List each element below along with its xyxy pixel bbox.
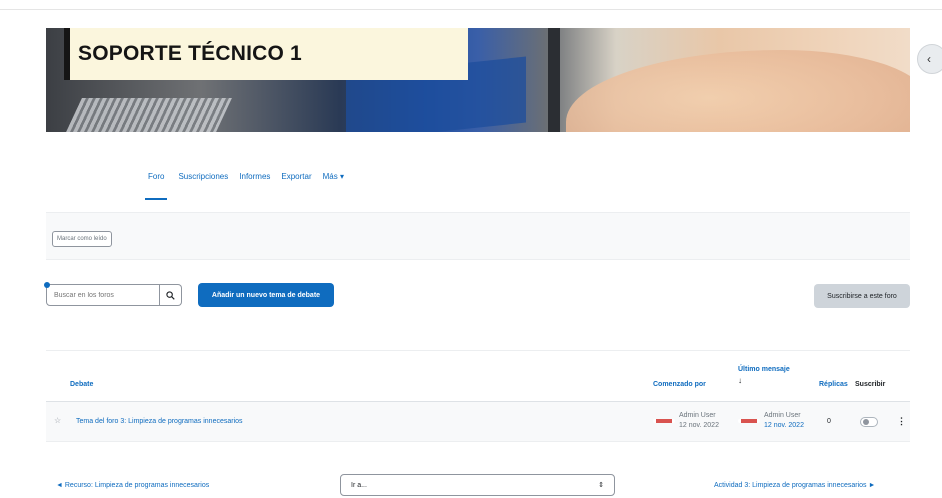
tab-forum[interactable]: Foro xyxy=(145,172,168,200)
course-title-box: SOPORTE TÉCNICO 1 xyxy=(64,28,468,80)
sort-desc-icon: ↓ xyxy=(738,376,742,385)
search-icon xyxy=(166,290,175,300)
toggle-knob xyxy=(863,419,869,425)
tab-subscriptions[interactable]: Suscripciones xyxy=(178,172,228,200)
course-header-banner: SOPORTE TÉCNICO 1 xyxy=(46,28,910,132)
table-row: ☆ Tema del foro 3: Limpieza de programas… xyxy=(46,402,910,442)
tab-reports[interactable]: Informes xyxy=(239,172,270,200)
avatar xyxy=(738,419,760,423)
chevron-left-icon: ‹ xyxy=(927,52,931,66)
secondary-navigation: Foro Suscripciones Informes Exportar Más… xyxy=(145,172,344,200)
last-post-cell: Admin User 12 nov. 2022 xyxy=(738,411,804,431)
table-header: Debate Comenzado por Último mensaje ↓ Ré… xyxy=(46,350,910,402)
last-post-name[interactable]: Admin User xyxy=(764,412,801,419)
started-by-cell: Admin User 12 nov. 2022 xyxy=(653,411,719,431)
discussion-list: Debate Comenzado por Último mensaje ↓ Ré… xyxy=(46,350,910,442)
banner-image-post xyxy=(548,28,560,132)
title-accent-bar xyxy=(64,28,70,80)
mark-as-read-button[interactable]: Marcar como leído xyxy=(52,231,112,247)
activity-toolbar: Marcar como leído xyxy=(46,212,910,260)
header-subscribe: Suscribir xyxy=(855,381,886,388)
page-title: SOPORTE TÉCNICO 1 xyxy=(78,42,302,65)
started-by-date: 12 nov. 2022 xyxy=(679,422,719,429)
subscribe-forum-button[interactable]: Suscribirse a este foro xyxy=(814,284,910,308)
replies-count: 0 xyxy=(827,418,831,425)
avatar xyxy=(653,419,675,423)
star-icon[interactable]: ☆ xyxy=(54,416,61,425)
top-border xyxy=(0,0,942,10)
last-post-date-link[interactable]: 12 nov. 2022 xyxy=(764,422,804,429)
add-discussion-button[interactable]: Añadir un nuevo tema de debate xyxy=(198,283,334,307)
banner-image-hand xyxy=(566,50,910,132)
search-input[interactable] xyxy=(46,284,160,306)
discussion-link[interactable]: Tema del foro 3: Limpieza de programas i… xyxy=(76,418,243,425)
activity-navigation: ◄ Recurso: Limpieza de programas inneces… xyxy=(0,470,942,498)
header-replies[interactable]: Réplicas xyxy=(819,381,848,388)
jump-to-select[interactable]: Ir a... ⇕ xyxy=(340,474,615,496)
header-last-post[interactable]: Último mensaje ↓ xyxy=(738,365,798,385)
next-activity-link[interactable]: Actividad 3: Limpieza de programas innec… xyxy=(714,482,875,489)
subscribe-toggle[interactable] xyxy=(860,417,878,427)
drawer-toggle-button[interactable]: ‹ xyxy=(917,44,942,74)
select-arrows-icon: ⇕ xyxy=(598,482,604,489)
jump-to-value: Ir a... xyxy=(351,481,367,489)
header-started-by[interactable]: Comenzado por xyxy=(653,381,706,388)
search-marker-icon xyxy=(44,282,50,288)
header-last-post-label: Último mensaje xyxy=(738,366,790,373)
previous-activity-link[interactable]: ◄ Recurso: Limpieza de programas inneces… xyxy=(56,482,209,489)
search-button[interactable] xyxy=(160,284,182,306)
tab-more[interactable]: Más ▾ xyxy=(323,172,344,200)
header-discussion[interactable]: Debate xyxy=(70,381,93,388)
started-by-name[interactable]: Admin User xyxy=(679,412,716,419)
more-actions-icon[interactable]: ⋮ xyxy=(897,416,906,427)
banner-image-heatsink xyxy=(66,98,232,132)
tab-export[interactable]: Exportar xyxy=(281,172,311,200)
forum-search xyxy=(44,282,182,306)
